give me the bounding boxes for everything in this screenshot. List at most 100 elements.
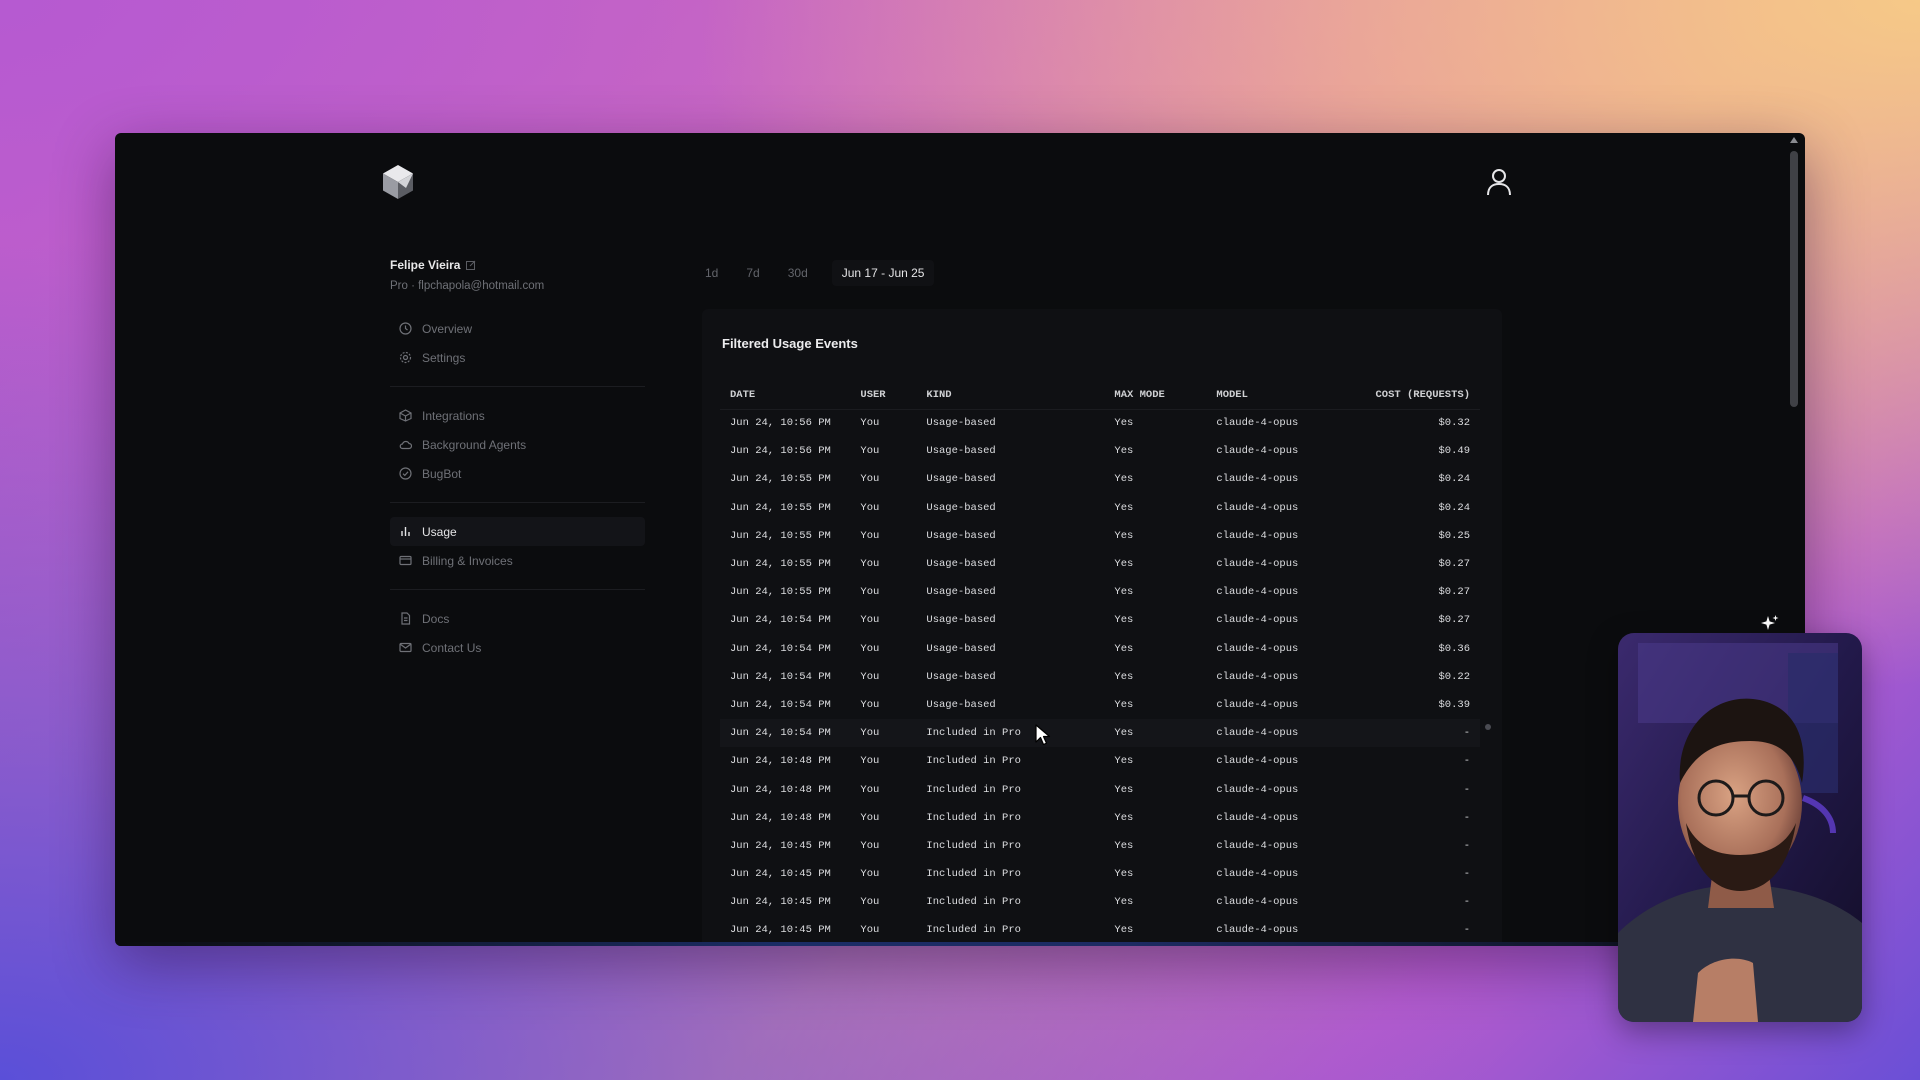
scroll-up-arrow-icon[interactable] [1789, 135, 1799, 145]
app-logo[interactable] [382, 164, 414, 200]
table-row[interactable]: Jun 24, 10:55 PM You Usage-based Yes claude-… [720, 465, 1480, 493]
cell-date: Jun 24, 10:54 PM [730, 670, 831, 683]
sidebar-item-bugbot[interactable]: BugBot [390, 459, 645, 488]
cell-kind: Included in Pro [926, 783, 1021, 796]
sidebar-item-usage[interactable]: Usage [390, 517, 645, 546]
cell-user: You [860, 755, 880, 768]
card-title: Filtered Usage Events [722, 336, 858, 351]
cell-model: claude-4-opus [1216, 558, 1299, 571]
table-row[interactable]: Jun 24, 10:54 PM You Usage-based Yes claude-… [720, 663, 1480, 691]
cell-kind: Included in Pro [926, 896, 1021, 909]
table-row[interactable]: Jun 24, 10:48 PM You Included in Pro Yes cla… [720, 804, 1480, 832]
table-row[interactable]: Jun 24, 10:45 PM You Included in Pro Yes cla… [720, 916, 1480, 944]
custom-date-range-button[interactable]: Jun 17 - Jun 25 [831, 260, 935, 286]
cell-user: You [860, 896, 880, 909]
sidebar-item-overview[interactable]: Overview [390, 314, 652, 343]
sidebar-item-docs[interactable]: Docs [390, 604, 645, 633]
cell-user: You [860, 586, 880, 599]
cell-date: Jun 24, 10:55 PM [730, 586, 831, 599]
table-row[interactable]: Jun 24, 10:45 PM You Included in Pro Yes cla… [720, 888, 1480, 916]
sidebar-item-background-agents[interactable]: Background Agents [390, 430, 645, 459]
table-row[interactable]: Jun 24, 10:48 PM You Included in Pro Yes cla… [720, 775, 1480, 803]
column-header-cost[interactable]: COST (REQUESTS) [1356, 381, 1480, 410]
cell-max-mode: Yes [1114, 501, 1134, 514]
cell-cost: $0.27 [1438, 586, 1470, 599]
column-header-date[interactable]: DATE [720, 381, 851, 410]
sparkle-icon[interactable] [1760, 614, 1780, 634]
cell-model: claude-4-opus [1206, 719, 1357, 748]
cell-kind: Included in Pro [916, 719, 1105, 748]
table-row[interactable]: Jun 24, 10:55 PM You Usage-based Yes claude-… [720, 494, 1480, 522]
cell-date: Jun 24, 10:48 PM [730, 811, 831, 824]
cell-user: You [860, 924, 880, 937]
sidebar-item-billing-invoices[interactable]: Billing & Invoices [390, 546, 645, 575]
profile-plan-email: Pro · flpchapola@hotmail.com [390, 280, 545, 292]
scrollbar-thumb[interactable] [1790, 151, 1798, 407]
table-row[interactable]: Jun 24, 10:54 PM You Usage-based Yes claude-… [720, 635, 1480, 663]
sidebar-item-integrations[interactable]: Integrations [390, 401, 645, 430]
column-header-model[interactable]: MODEL [1206, 381, 1357, 410]
table-row[interactable]: Jun 24, 10:54 PM You Usage-based Yes claude-… [720, 691, 1480, 719]
table-row[interactable]: Jun 24, 10:45 PM You Included in Pro Yes cla… [720, 860, 1480, 888]
cube-icon [399, 409, 412, 422]
table-row[interactable]: Jun 24, 10:54 PM You Usage-based Yes claude-… [720, 606, 1480, 634]
cell-kind: Included in Pro [926, 924, 1021, 937]
table-row[interactable]: Jun 24, 10:56 PM You Usage-based Yes claude-… [720, 409, 1480, 437]
check-circle-icon [399, 467, 412, 480]
cell-user: You [860, 558, 880, 571]
cell-model: claude-4-opus [1216, 670, 1299, 683]
column-header-user[interactable]: USER [850, 381, 917, 410]
presenter-video-image [1618, 633, 1862, 1022]
cell-date: Jun 24, 10:54 PM [730, 642, 831, 655]
table-row[interactable]: Jun 24, 10:54 PM You Included in Pro Yes cla… [720, 719, 1480, 748]
cell-model: claude-4-opus [1216, 445, 1299, 458]
range-7d-button[interactable]: 7d [736, 260, 769, 286]
range-30d-button[interactable]: 30d [778, 260, 818, 286]
cell-model: claude-4-opus [1216, 868, 1299, 881]
edit-icon[interactable] [466, 260, 476, 270]
table-row[interactable]: Jun 24, 10:45 PM You Included in Pro Yes cla… [720, 832, 1480, 860]
cell-cost: - [1463, 783, 1470, 796]
cell-kind: Usage-based [926, 473, 996, 486]
cell-user: You [860, 811, 880, 824]
cell-user: You [860, 670, 880, 683]
app-window: Felipe Vieira Pro · flpchapola@hotmail.c… [115, 133, 1805, 946]
cell-cost: $0.39 [1438, 698, 1470, 711]
cell-kind: Usage-based [926, 642, 996, 655]
cell-max-mode: Yes [1114, 811, 1134, 824]
sidebar-item-label: Settings [422, 350, 466, 365]
cell-cost: $0.24 [1438, 501, 1470, 514]
cell-max-mode: Yes [1114, 614, 1134, 627]
cell-user: You [860, 783, 880, 796]
bar-chart-icon [401, 527, 410, 536]
sidebar-item-contact-us[interactable]: Contact Us [390, 633, 645, 662]
column-header-kind[interactable]: KIND [916, 381, 1105, 410]
table-row[interactable]: Jun 24, 10:48 PM You Included in Pro Yes cla… [720, 747, 1480, 775]
date-range-selector: 1d 7d 30d Jun 17 - Jun 25 [695, 260, 935, 286]
column-header-max-mode[interactable]: MAX MODE [1104, 381, 1207, 410]
cell-cost: $0.27 [1438, 558, 1470, 571]
cell-cost: $0.25 [1438, 529, 1470, 542]
table-row[interactable]: Jun 24, 10:55 PM You Usage-based Yes claude-… [720, 578, 1480, 606]
cell-user: You [860, 501, 880, 514]
cell-cost: $0.24 [1438, 473, 1470, 486]
cell-user: You [860, 473, 880, 486]
nav-group-integrations: Integrations Background Agents BugBot [390, 386, 645, 488]
bottom-glow-divider [115, 942, 1805, 946]
cell-model: claude-4-opus [1216, 586, 1299, 599]
cell-kind: Usage-based [926, 614, 996, 627]
table-row[interactable]: Jun 24, 10:55 PM You Usage-based Yes claude-… [720, 522, 1480, 550]
cell-model: claude-4-opus [1216, 529, 1299, 542]
cell-user: You [860, 614, 880, 627]
cell-kind: Included in Pro [926, 868, 1021, 881]
cell-date: Jun 24, 10:48 PM [730, 783, 831, 796]
sidebar-item-label: Background Agents [422, 437, 527, 452]
sidebar-item-settings[interactable]: Settings [390, 343, 652, 372]
range-1d-button[interactable]: 1d [695, 260, 728, 286]
table-row[interactable]: Jun 24, 10:55 PM You Usage-based Yes claude-… [720, 550, 1480, 578]
sidebar-item-label: BugBot [422, 466, 462, 481]
user-icon[interactable] [1485, 167, 1513, 197]
cell-kind: Included in Pro [926, 839, 1021, 852]
cell-max-mode: Yes [1114, 642, 1134, 655]
table-row[interactable]: Jun 24, 10:56 PM You Usage-based Yes claude-… [720, 437, 1480, 465]
